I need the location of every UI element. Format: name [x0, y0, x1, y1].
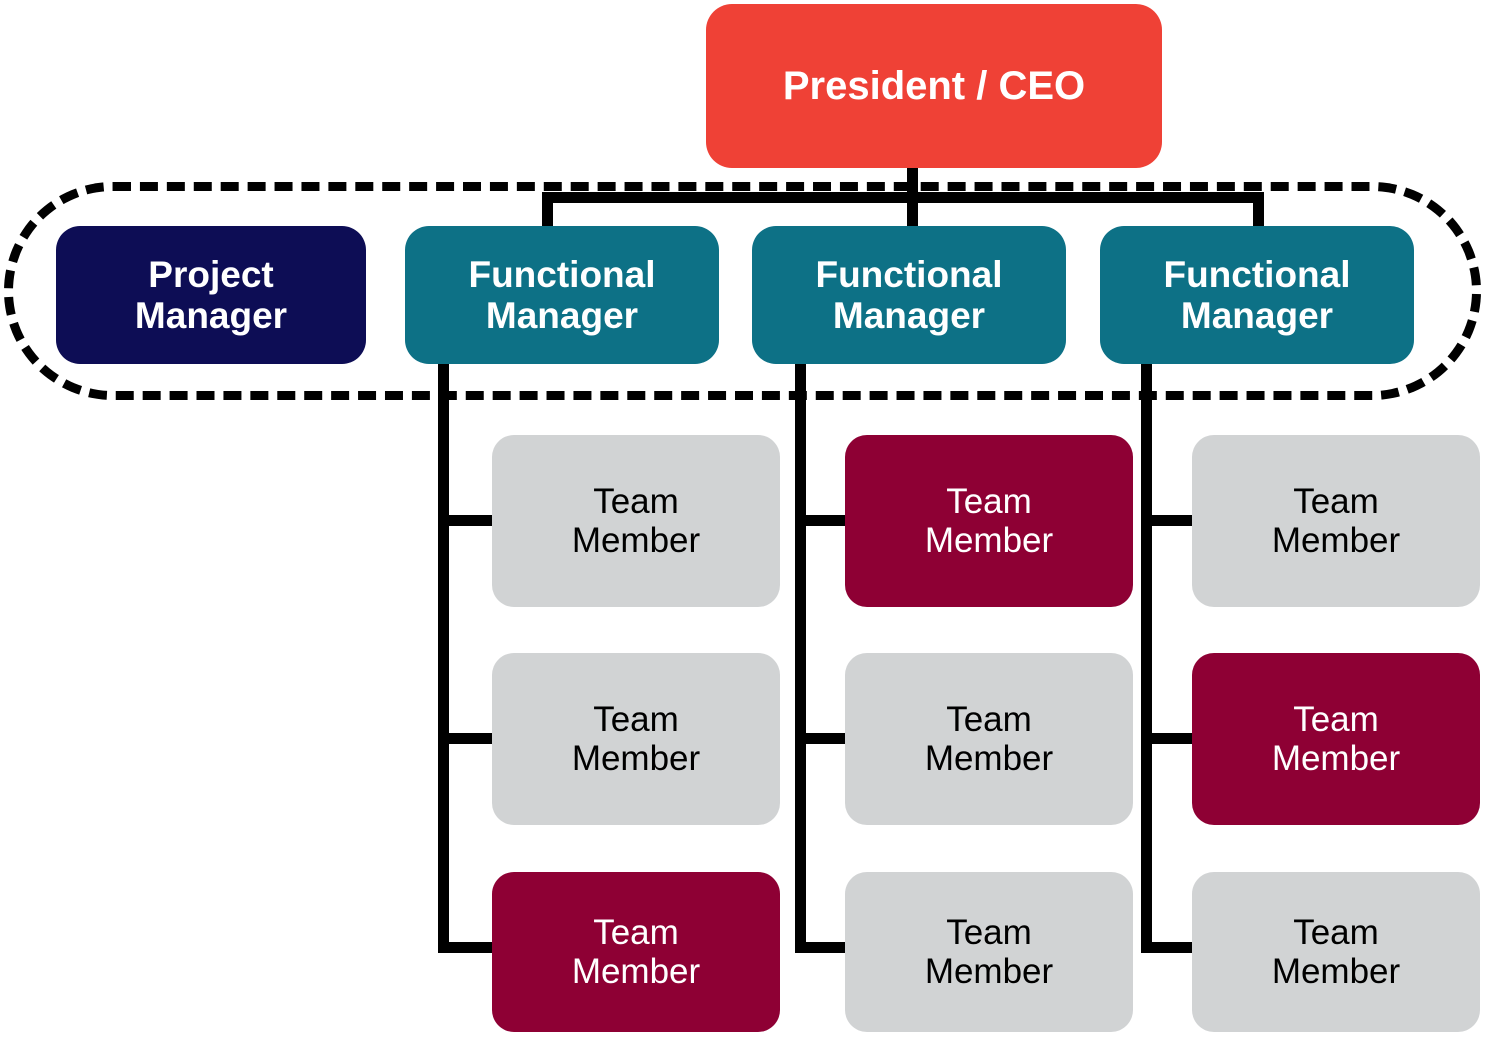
node-president-ceo[interactable]: President / CEO	[706, 4, 1162, 168]
connector-stub-c2-tm2	[795, 733, 851, 744]
connector-stub-c3-tm2	[1141, 733, 1197, 744]
node-team-member-c2-r2[interactable]: Team Member	[845, 653, 1133, 825]
node-team-member-c1-r1[interactable]: Team Member	[492, 435, 780, 607]
connector-stub-c2-tm3	[795, 942, 851, 953]
node-project-manager[interactable]: Project Manager	[56, 226, 366, 364]
connector-spine-column-2	[795, 362, 806, 953]
node-team-member-c1-r3[interactable]: Team Member	[492, 872, 780, 1032]
connector-stub-c1-tm1	[438, 515, 500, 526]
node-team-member-c3-r2[interactable]: Team Member	[1192, 653, 1480, 825]
connector-stub-c3-tm3	[1141, 942, 1197, 953]
connector-manager-bus	[542, 192, 1264, 203]
connector-stub-c1-tm3	[438, 942, 500, 953]
org-chart-canvas: President / CEO Project Manager Function…	[0, 0, 1485, 1044]
connector-stub-c2-tm1	[795, 515, 851, 526]
connector-stub-c1-tm2	[438, 733, 500, 744]
connector-stub-c3-tm1	[1141, 515, 1197, 526]
node-functional-manager-3[interactable]: Functional Manager	[1100, 226, 1414, 364]
node-team-member-c3-r3[interactable]: Team Member	[1192, 872, 1480, 1032]
connector-spine-column-3	[1141, 362, 1152, 953]
node-team-member-c1-r2[interactable]: Team Member	[492, 653, 780, 825]
node-team-member-c2-r3[interactable]: Team Member	[845, 872, 1133, 1032]
connector-bus-to-fm-3	[1253, 192, 1264, 230]
node-functional-manager-1[interactable]: Functional Manager	[405, 226, 719, 364]
connector-bus-to-fm-1	[542, 192, 553, 230]
node-team-member-c2-r1[interactable]: Team Member	[845, 435, 1133, 607]
node-functional-manager-2[interactable]: Functional Manager	[752, 226, 1066, 364]
connector-bus-to-fm-2	[907, 192, 918, 230]
node-team-member-c3-r1[interactable]: Team Member	[1192, 435, 1480, 607]
connector-spine-column-1	[438, 362, 449, 953]
